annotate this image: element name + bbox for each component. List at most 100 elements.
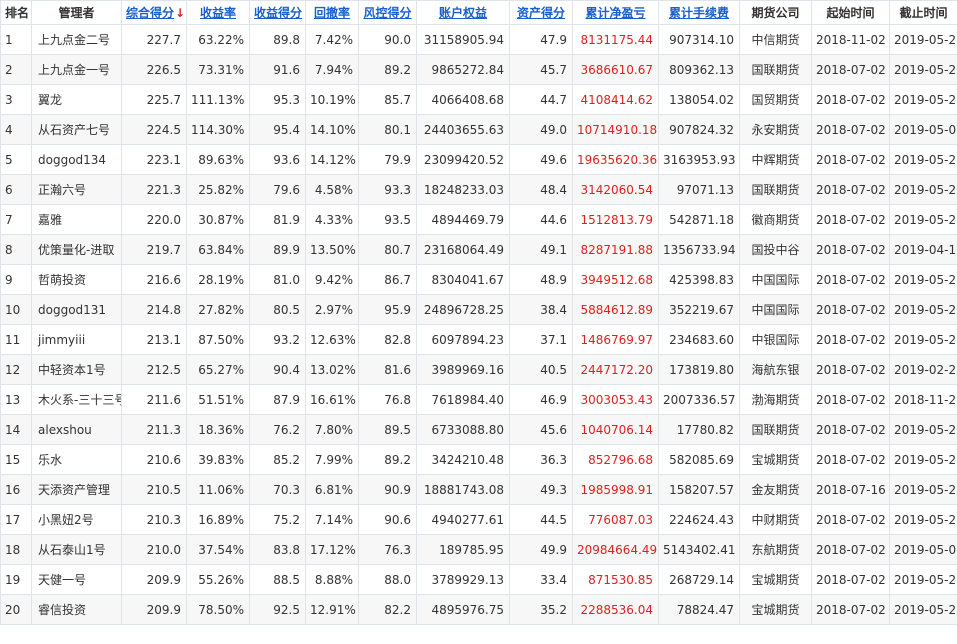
cell-risk-score: 88.0 bbox=[358, 564, 417, 595]
cell-manager[interactable]: 翼龙 bbox=[31, 84, 122, 115]
cell-risk-score: 89.2 bbox=[358, 444, 417, 475]
cell-equity: 9865272.84 bbox=[416, 54, 510, 85]
cell-broker: 国贸期货 bbox=[739, 84, 812, 115]
cell-drawdown: 9.42% bbox=[305, 264, 359, 295]
cell-fees: 907314.10 bbox=[658, 24, 740, 55]
cell-manager[interactable]: 睿信投资 bbox=[31, 594, 122, 625]
cell-return-score: 89.9 bbox=[249, 234, 306, 265]
table-row[interactable]: 10 doggod131 214.8 27.82% 80.5 2.97% 95.9 24896… bbox=[0, 294, 957, 325]
cell-equity: 189785.95 bbox=[416, 534, 510, 565]
cell-risk-score: 79.9 bbox=[358, 144, 417, 175]
table-header: 排名 管理者 综合得分↓ 收益率 收益得分 回撤率 风控得分 账户权益 资产得分… bbox=[0, 0, 957, 25]
cell-start-date: 2018-07-02 bbox=[811, 114, 890, 145]
col-header-fees[interactable]: 累计手续费 bbox=[658, 0, 740, 25]
col-header-total-score[interactable]: 综合得分↓ bbox=[121, 0, 187, 25]
col-header-net-pnl[interactable]: 累计净盈亏 bbox=[572, 0, 659, 25]
cell-asset-score: 44.5 bbox=[509, 504, 573, 535]
cell-asset-score: 49.3 bbox=[509, 474, 573, 505]
table-row[interactable]: 6 正瀚六号 221.3 25.82% 79.6 4.58% 93.3 18248233.03… bbox=[0, 174, 957, 205]
col-header-return-rate[interactable]: 收益率 bbox=[186, 0, 250, 25]
table-row[interactable]: 8 优策量化-进取 219.7 63.84% 89.9 13.50% 80.7 2316806… bbox=[0, 234, 957, 265]
cell-fees: 234683.60 bbox=[658, 324, 740, 355]
cell-return-rate: 18.36% bbox=[186, 414, 250, 445]
cell-drawdown: 7.99% bbox=[305, 444, 359, 475]
table-row[interactable]: 4 从石资产七号 224.5 114.30% 95.4 14.10% 80.1 2440365… bbox=[0, 114, 957, 145]
table-row[interactable]: 2 上九点金一号 226.5 73.31% 91.6 7.94% 89.2 9865272.8… bbox=[0, 54, 957, 85]
cell-net-pnl: 3949512.68 bbox=[572, 264, 659, 295]
cell-end-date: 2019-05-23 bbox=[889, 324, 957, 355]
table-row[interactable]: 16 天添资产管理 210.5 11.06% 70.3 6.81% 90.9 18881743… bbox=[0, 474, 957, 505]
table-row[interactable]: 18 从石泰山1号 210.0 37.54% 83.8 17.12% 76.3 189785.… bbox=[0, 534, 957, 565]
cell-rank: 5 bbox=[0, 144, 32, 175]
col-header-equity[interactable]: 账户权益 bbox=[416, 0, 510, 25]
cell-drawdown: 13.02% bbox=[305, 354, 359, 385]
cell-broker: 宝城期货 bbox=[739, 594, 812, 625]
table-row[interactable]: 5 doggod134 223.1 89.63% 93.6 14.12% 79.9 23099… bbox=[0, 144, 957, 175]
cell-risk-score: 90.0 bbox=[358, 24, 417, 55]
cell-net-pnl: 1040706.14 bbox=[572, 414, 659, 445]
cell-risk-score: 82.2 bbox=[358, 594, 417, 625]
cell-broker: 渤海期货 bbox=[739, 384, 812, 415]
cell-manager[interactable]: 乐水 bbox=[31, 444, 122, 475]
table-row[interactable]: 13 木火系-三十三号 211.6 51.51% 87.9 16.61% 76.8 76189… bbox=[0, 384, 957, 415]
table-row[interactable]: 11 jimmyiii 213.1 87.50% 93.2 12.63% 82.8 60978… bbox=[0, 324, 957, 355]
cell-net-pnl: 20984664.49 bbox=[572, 534, 659, 565]
table-row[interactable]: 14 alexshou 211.3 18.36% 76.2 7.80% 89.5 673308… bbox=[0, 414, 957, 445]
cell-asset-score: 44.7 bbox=[509, 84, 573, 115]
cell-rank: 8 bbox=[0, 234, 32, 265]
col-header-return-score[interactable]: 收益得分 bbox=[249, 0, 306, 25]
table-row[interactable]: 1 上九点金二号 227.7 63.22% 89.8 7.42% 90.0 31158905.… bbox=[0, 24, 957, 55]
cell-manager[interactable]: 上九点金一号 bbox=[31, 54, 122, 85]
cell-manager[interactable]: doggod134 bbox=[31, 144, 122, 175]
table-row[interactable]: 20 睿信投资 209.9 78.50% 92.5 12.91% 82.2 4895976.7… bbox=[0, 594, 957, 625]
cell-manager[interactable]: 优策量化-进取 bbox=[31, 234, 122, 265]
cell-risk-score: 76.3 bbox=[358, 534, 417, 565]
cell-broker: 海航东银 bbox=[739, 354, 812, 385]
cell-broker: 国投中谷 bbox=[739, 234, 812, 265]
cell-manager[interactable]: doggod131 bbox=[31, 294, 122, 325]
cell-manager[interactable]: 从石资产七号 bbox=[31, 114, 122, 145]
col-header-drawdown[interactable]: 回撤率 bbox=[305, 0, 359, 25]
col-header-risk-score[interactable]: 风控得分 bbox=[358, 0, 417, 25]
cell-manager[interactable]: 木火系-三十三号 bbox=[31, 384, 122, 415]
cell-equity: 6733088.80 bbox=[416, 414, 510, 445]
cell-manager[interactable]: 上九点金二号 bbox=[31, 24, 122, 55]
cell-fees: 138054.02 bbox=[658, 84, 740, 115]
cell-rank: 4 bbox=[0, 114, 32, 145]
cell-drawdown: 10.19% bbox=[305, 84, 359, 115]
cell-manager[interactable]: 天添资产管理 bbox=[31, 474, 122, 505]
cell-manager[interactable]: 哲萌投资 bbox=[31, 264, 122, 295]
cell-return-rate: 25.82% bbox=[186, 174, 250, 205]
table-row[interactable]: 3 翼龙 225.7 111.13% 95.3 10.19% 85.7 4066408.68 4… bbox=[0, 84, 957, 115]
cell-manager[interactable]: 嘉雅 bbox=[31, 204, 122, 235]
col-header-asset-score[interactable]: 资产得分 bbox=[509, 0, 573, 25]
cell-manager[interactable]: 正瀚六号 bbox=[31, 174, 122, 205]
table-row[interactable]: 15 乐水 210.6 39.83% 85.2 7.99% 89.2 3424210.48 36… bbox=[0, 444, 957, 475]
cell-manager[interactable]: jimmyiii bbox=[31, 324, 122, 355]
cell-manager[interactable]: 从石泰山1号 bbox=[31, 534, 122, 565]
col-header-manager: 管理者 bbox=[31, 0, 122, 25]
table-row[interactable]: 7 嘉雅 220.0 30.87% 81.9 4.33% 93.5 4894469.79 44.… bbox=[0, 204, 957, 235]
cell-end-date: 2019-05-08 bbox=[889, 534, 957, 565]
table-row[interactable]: 19 天健一号 209.9 55.26% 88.5 8.88% 88.0 3789929.13… bbox=[0, 564, 957, 595]
cell-broker: 徽商期货 bbox=[739, 204, 812, 235]
cell-equity: 3989969.16 bbox=[416, 354, 510, 385]
cell-end-date: 2019-05-23 bbox=[889, 594, 957, 625]
cell-start-date: 2018-07-02 bbox=[811, 534, 890, 565]
cell-return-score: 85.2 bbox=[249, 444, 306, 475]
cell-manager[interactable]: 中轻资本1号 bbox=[31, 354, 122, 385]
cell-equity: 3789929.13 bbox=[416, 564, 510, 595]
cell-manager[interactable]: 天健一号 bbox=[31, 564, 122, 595]
table-row[interactable]: 17 小黑妞2号 210.3 16.89% 75.2 7.14% 90.6 4940277.6… bbox=[0, 504, 957, 535]
cell-drawdown: 14.12% bbox=[305, 144, 359, 175]
cell-end-date: 2019-05-23 bbox=[889, 294, 957, 325]
table-row[interactable]: 9 哲萌投资 216.6 28.19% 81.0 9.42% 86.7 8304041.67 4… bbox=[0, 264, 957, 295]
table-row[interactable]: 12 中轻资本1号 212.5 65.27% 90.4 13.02% 81.6 3989969… bbox=[0, 354, 957, 385]
cell-net-pnl: 3686610.67 bbox=[572, 54, 659, 85]
cell-return-rate: 63.22% bbox=[186, 24, 250, 55]
cell-manager[interactable]: 小黑妞2号 bbox=[31, 504, 122, 535]
cell-start-date: 2018-07-02 bbox=[811, 174, 890, 205]
cell-end-date: 2019-05-23 bbox=[889, 24, 957, 55]
cell-asset-score: 46.9 bbox=[509, 384, 573, 415]
cell-manager[interactable]: alexshou bbox=[31, 414, 122, 445]
